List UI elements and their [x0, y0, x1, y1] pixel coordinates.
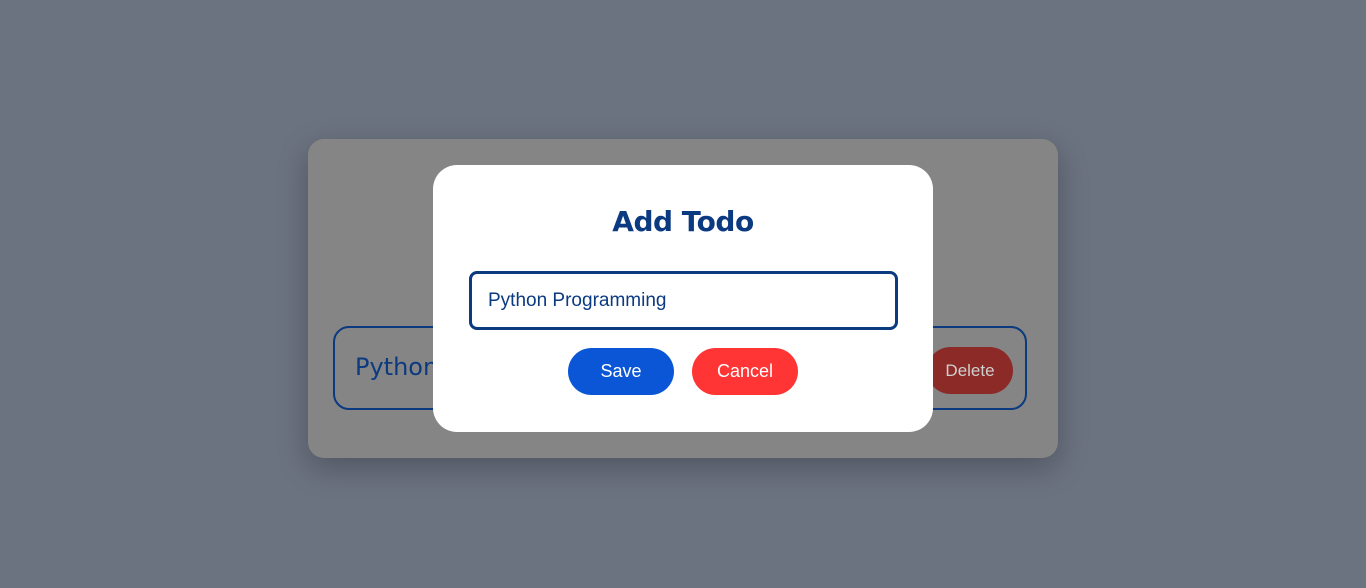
todo-item-text: Python	[355, 353, 439, 381]
modal-title: Add Todo	[612, 205, 754, 238]
cancel-button[interactable]: Cancel	[692, 348, 798, 395]
add-todo-modal: Add Todo Save Cancel	[433, 165, 933, 432]
save-button[interactable]: Save	[568, 348, 674, 395]
delete-button[interactable]: Delete	[927, 347, 1013, 394]
todo-input[interactable]	[469, 271, 898, 330]
